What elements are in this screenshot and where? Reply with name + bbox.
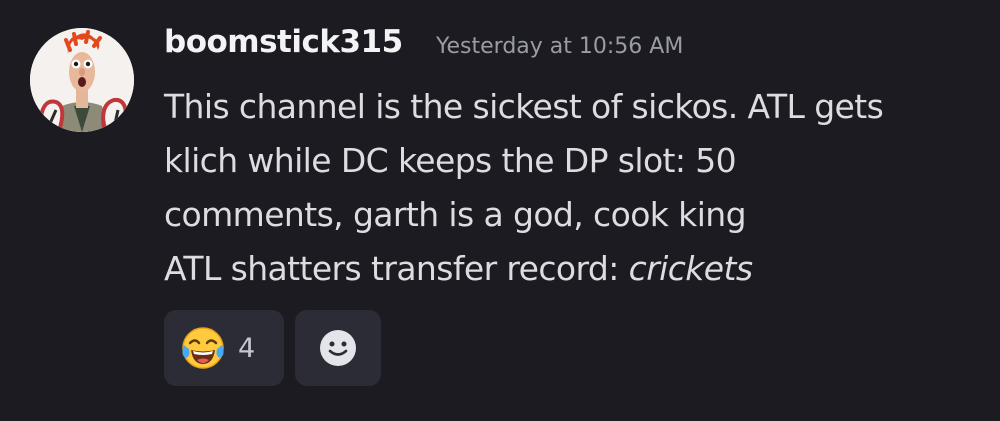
reactions-bar: 4 bbox=[164, 310, 381, 386]
smiley-add-reaction-icon bbox=[320, 330, 356, 366]
message-line: klich while DC keeps the DP slot: 50 bbox=[164, 141, 737, 180]
message-line-text: ATL shatters transfer record: bbox=[164, 249, 629, 288]
italic-emphasis: crickets bbox=[628, 249, 753, 288]
reaction-tears-of-joy[interactable]: 4 bbox=[164, 310, 284, 386]
reaction-count: 4 bbox=[238, 332, 256, 364]
add-reaction-button[interactable] bbox=[295, 310, 381, 386]
message-line: This channel is the sickest of sickos. A… bbox=[164, 87, 884, 126]
muppet-beaker-avatar-icon bbox=[30, 28, 134, 132]
username[interactable]: boomstick315 bbox=[164, 24, 403, 60]
user-avatar[interactable] bbox=[30, 28, 134, 132]
message-body: This channel is the sickest of sickos. A… bbox=[164, 80, 994, 296]
message-timestamp: Yesterday at 10:56 AM bbox=[436, 34, 684, 59]
message-line: comments, garth is a god, cook king bbox=[164, 195, 747, 234]
message-line: ATL shatters transfer record: crickets bbox=[164, 242, 994, 296]
face-with-tears-of-joy-icon bbox=[182, 327, 224, 369]
chat-message: boomstick315 Yesterday at 10:56 AM This … bbox=[0, 0, 1000, 421]
